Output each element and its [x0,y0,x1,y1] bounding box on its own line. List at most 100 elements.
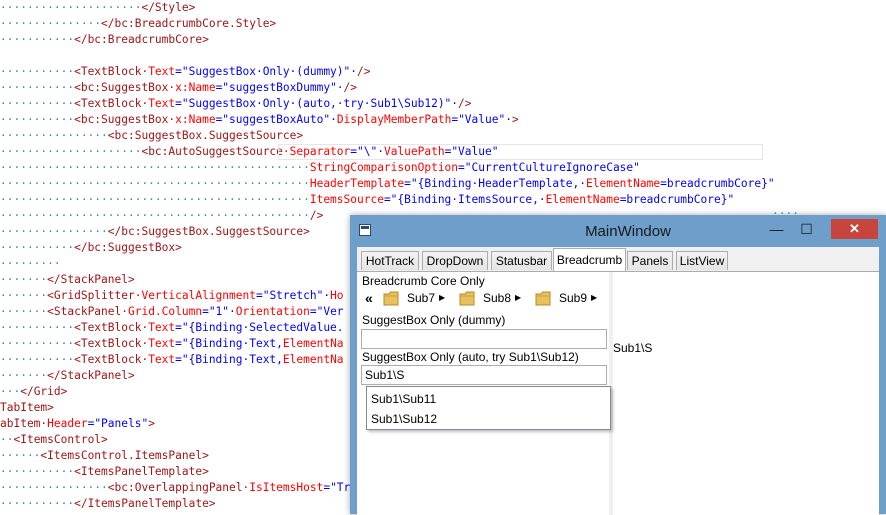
code-line[interactable]: ·······<GridSplitter·VerticalAlignment="… [0,288,344,304]
code-line[interactable]: ···········</bc:BreadcrumbCore> [0,32,209,48]
code-line[interactable]: ···········<TextBlock·Text="{Binding·Tex… [0,352,344,368]
xml-value: ="SuggestBox·Only·(auto,·try·Sub1\Sub12)… [175,97,459,110]
code-line[interactable]: ········· [0,256,61,272]
code-line[interactable]: ·······</StackPanel> [0,368,135,384]
whitespace-dots: ················ [0,225,108,238]
xml-tag: <TextBlock· [74,97,149,110]
xml-tag: /> [343,81,358,94]
xml-tag: > [511,113,519,126]
overflow-chevron-icon[interactable]: « [365,287,373,309]
main-window[interactable]: MainWindow — ☐ ✕ HotTrack DropDown Statu… [350,215,886,515]
code-line[interactable]: ·····················</Style> [0,0,195,16]
xml-tag: </StackPanel> [47,369,135,382]
current-line-highlight [278,144,763,160]
suggestbox-auto-label: SuggestBox Only (auto, try Sub1\Sub12) [362,350,579,364]
xml-attribute: Orientation [235,305,310,318]
tab-listview[interactable]: ListView [676,251,728,270]
whitespace-dots: ··········· [0,81,75,94]
xml-tag: <StackPanel· [47,305,128,318]
tab-panels[interactable]: Panels [627,251,673,270]
code-line[interactable]: ···········</bc:SuggestBox> [0,240,182,256]
code-line[interactable]: ················<bc:OverlappingPanel·IsI… [0,480,350,496]
xml-attribute: DisplayMemberPath [336,113,452,126]
code-line[interactable]: ···</Grid> [0,384,67,400]
code-line[interactable]: ········································… [0,208,323,224]
whitespace-dots: ················ [0,129,108,142]
code-line[interactable]: ·······<StackPanel·Grid.Column="1"·Orien… [0,304,344,320]
close-button[interactable]: ✕ [831,219,878,239]
code-line[interactable]: ················<bc:SuggestBox.SuggestSo… [0,128,303,144]
tab-statusbar[interactable]: Statusbar [491,251,552,270]
suggestbox-dummy-input[interactable] [361,329,607,349]
code-line[interactable]: ·······</StackPanel> [0,272,135,288]
whitespace-dots: ········································… [0,161,310,174]
code-line[interactable]: ···········<TextBlock·Text="SuggestBox·O… [0,64,370,80]
whitespace-dots: ······· [0,305,48,318]
title-bar[interactable]: MainWindow — ☐ ✕ [350,215,886,248]
code-line[interactable]: ···············</bc:BreadcrumbCore.Style… [0,16,276,32]
xml-value: =breadcrumbCore}" [619,193,735,206]
code-line[interactable]: ···········<bc:SuggestBox·x:Name="sugges… [0,112,519,128]
xml-value: ="CurrentCultureIgnoreCase" [458,161,640,174]
xml-tag: <ItemsControl.ItemsPanel> [40,449,209,462]
xml-tag: > [148,417,155,430]
breadcrumb-item-sub7[interactable]: Sub7 [407,287,435,309]
minimize-button[interactable]: — [763,219,790,239]
code-line[interactable]: ···········</ItemsPanelTemplate> [0,496,216,512]
suggestion-item[interactable]: Sub1\Sub11 [371,389,436,409]
xml-tag: /> [309,209,324,222]
xml-tag: /> [458,97,472,110]
xml-attribute: x:Name [175,113,216,126]
whitespace-dots: ··········· [0,113,75,126]
xml-tag: <bc:AutoSuggestSource· [141,145,290,158]
breadcrumb-item-sub8[interactable]: Sub8 [483,287,511,309]
xml-value: ="{Binding·HeaderTemplate,· [404,177,586,190]
breadcrumb-bar[interactable]: « Sub7 ▶ Sub8 ▶ Sub9 ▶ [360,287,605,311]
whitespace-dots: ········································… [0,177,310,190]
xml-tag: <bc:SuggestBox· [74,81,176,94]
whitespace-dots: ··········· [0,497,75,510]
xml-attribute: Grid.Column [127,305,203,318]
code-line[interactable]: ········································… [0,176,775,192]
tab-breadcrumb[interactable]: Breadcrumb [553,248,626,272]
code-line[interactable]: ···········<ItemsPanelTemplate> [0,464,209,480]
xml-attribute: VerticalAlignment [141,289,256,302]
xml-tag: /> [357,65,371,78]
chevron-right-icon[interactable]: ▶ [439,287,445,309]
window-client-area: HotTrack DropDown Statusbar Breadcrumb P… [357,247,879,515]
xml-value: ="{Binding·SelectedValue. [175,321,344,334]
code-line[interactable]: ···········<TextBlock·Text="{Binding·Tex… [0,336,344,352]
code-line[interactable]: ··<ItemsControl> [0,432,108,448]
code-line[interactable]: abItem·Header="Panels"> [0,416,155,432]
breadcrumb-core-label: Breadcrumb Core Only [362,274,485,288]
xml-value: ="{Binding·Text, [175,337,283,350]
xml-attribute: Text [148,321,176,334]
code-line[interactable]: ················</bc:SuggestBox.SuggestS… [0,224,310,240]
suggestbox-auto-input[interactable]: Sub1\S [361,365,607,385]
xml-attribute: ElementName [586,177,661,190]
breadcrumb-item-sub9[interactable]: Sub9 [559,287,587,309]
tab-dropdown[interactable]: DropDown [422,251,488,270]
code-line[interactable]: ······<ItemsControl.ItemsPanel> [0,448,209,464]
suggestion-item[interactable]: Sub1\Sub12 [371,409,437,429]
code-line[interactable]: ···········<TextBlock·Text="SuggestBox·O… [0,96,472,112]
xml-tag: <bc:SuggestBox· [74,113,176,126]
editor-right-glyphs: ···· [772,207,799,220]
xml-value: ="1"· [202,305,236,318]
xml-tag: <TextBlock· [74,353,149,366]
code-line[interactable]: ···········<TextBlock·Text="{Binding·Sel… [0,320,344,336]
maximize-button[interactable]: ☐ [793,219,820,239]
tab-hottrack[interactable]: HotTrack [361,251,419,270]
selected-path-text: Sub1\S [613,341,653,355]
xml-attribute: ElementNa [282,353,344,366]
code-line[interactable]: TabItem> [0,400,54,416]
chevron-right-icon[interactable]: ▶ [591,287,597,309]
xml-attribute: ItemsSource [309,193,384,206]
code-line[interactable]: ········································… [0,192,734,208]
code-line[interactable]: ········································… [0,160,640,176]
chevron-right-icon[interactable]: ▶ [515,287,521,309]
xml-tag: </Grid> [20,385,68,398]
xml-value: ="{Binding·Text, [175,353,283,366]
xml-tag: </bc:SuggestBox.SuggestSource> [107,225,310,238]
code-line[interactable]: ···········<bc:SuggestBox·x:Name="sugges… [0,80,357,96]
